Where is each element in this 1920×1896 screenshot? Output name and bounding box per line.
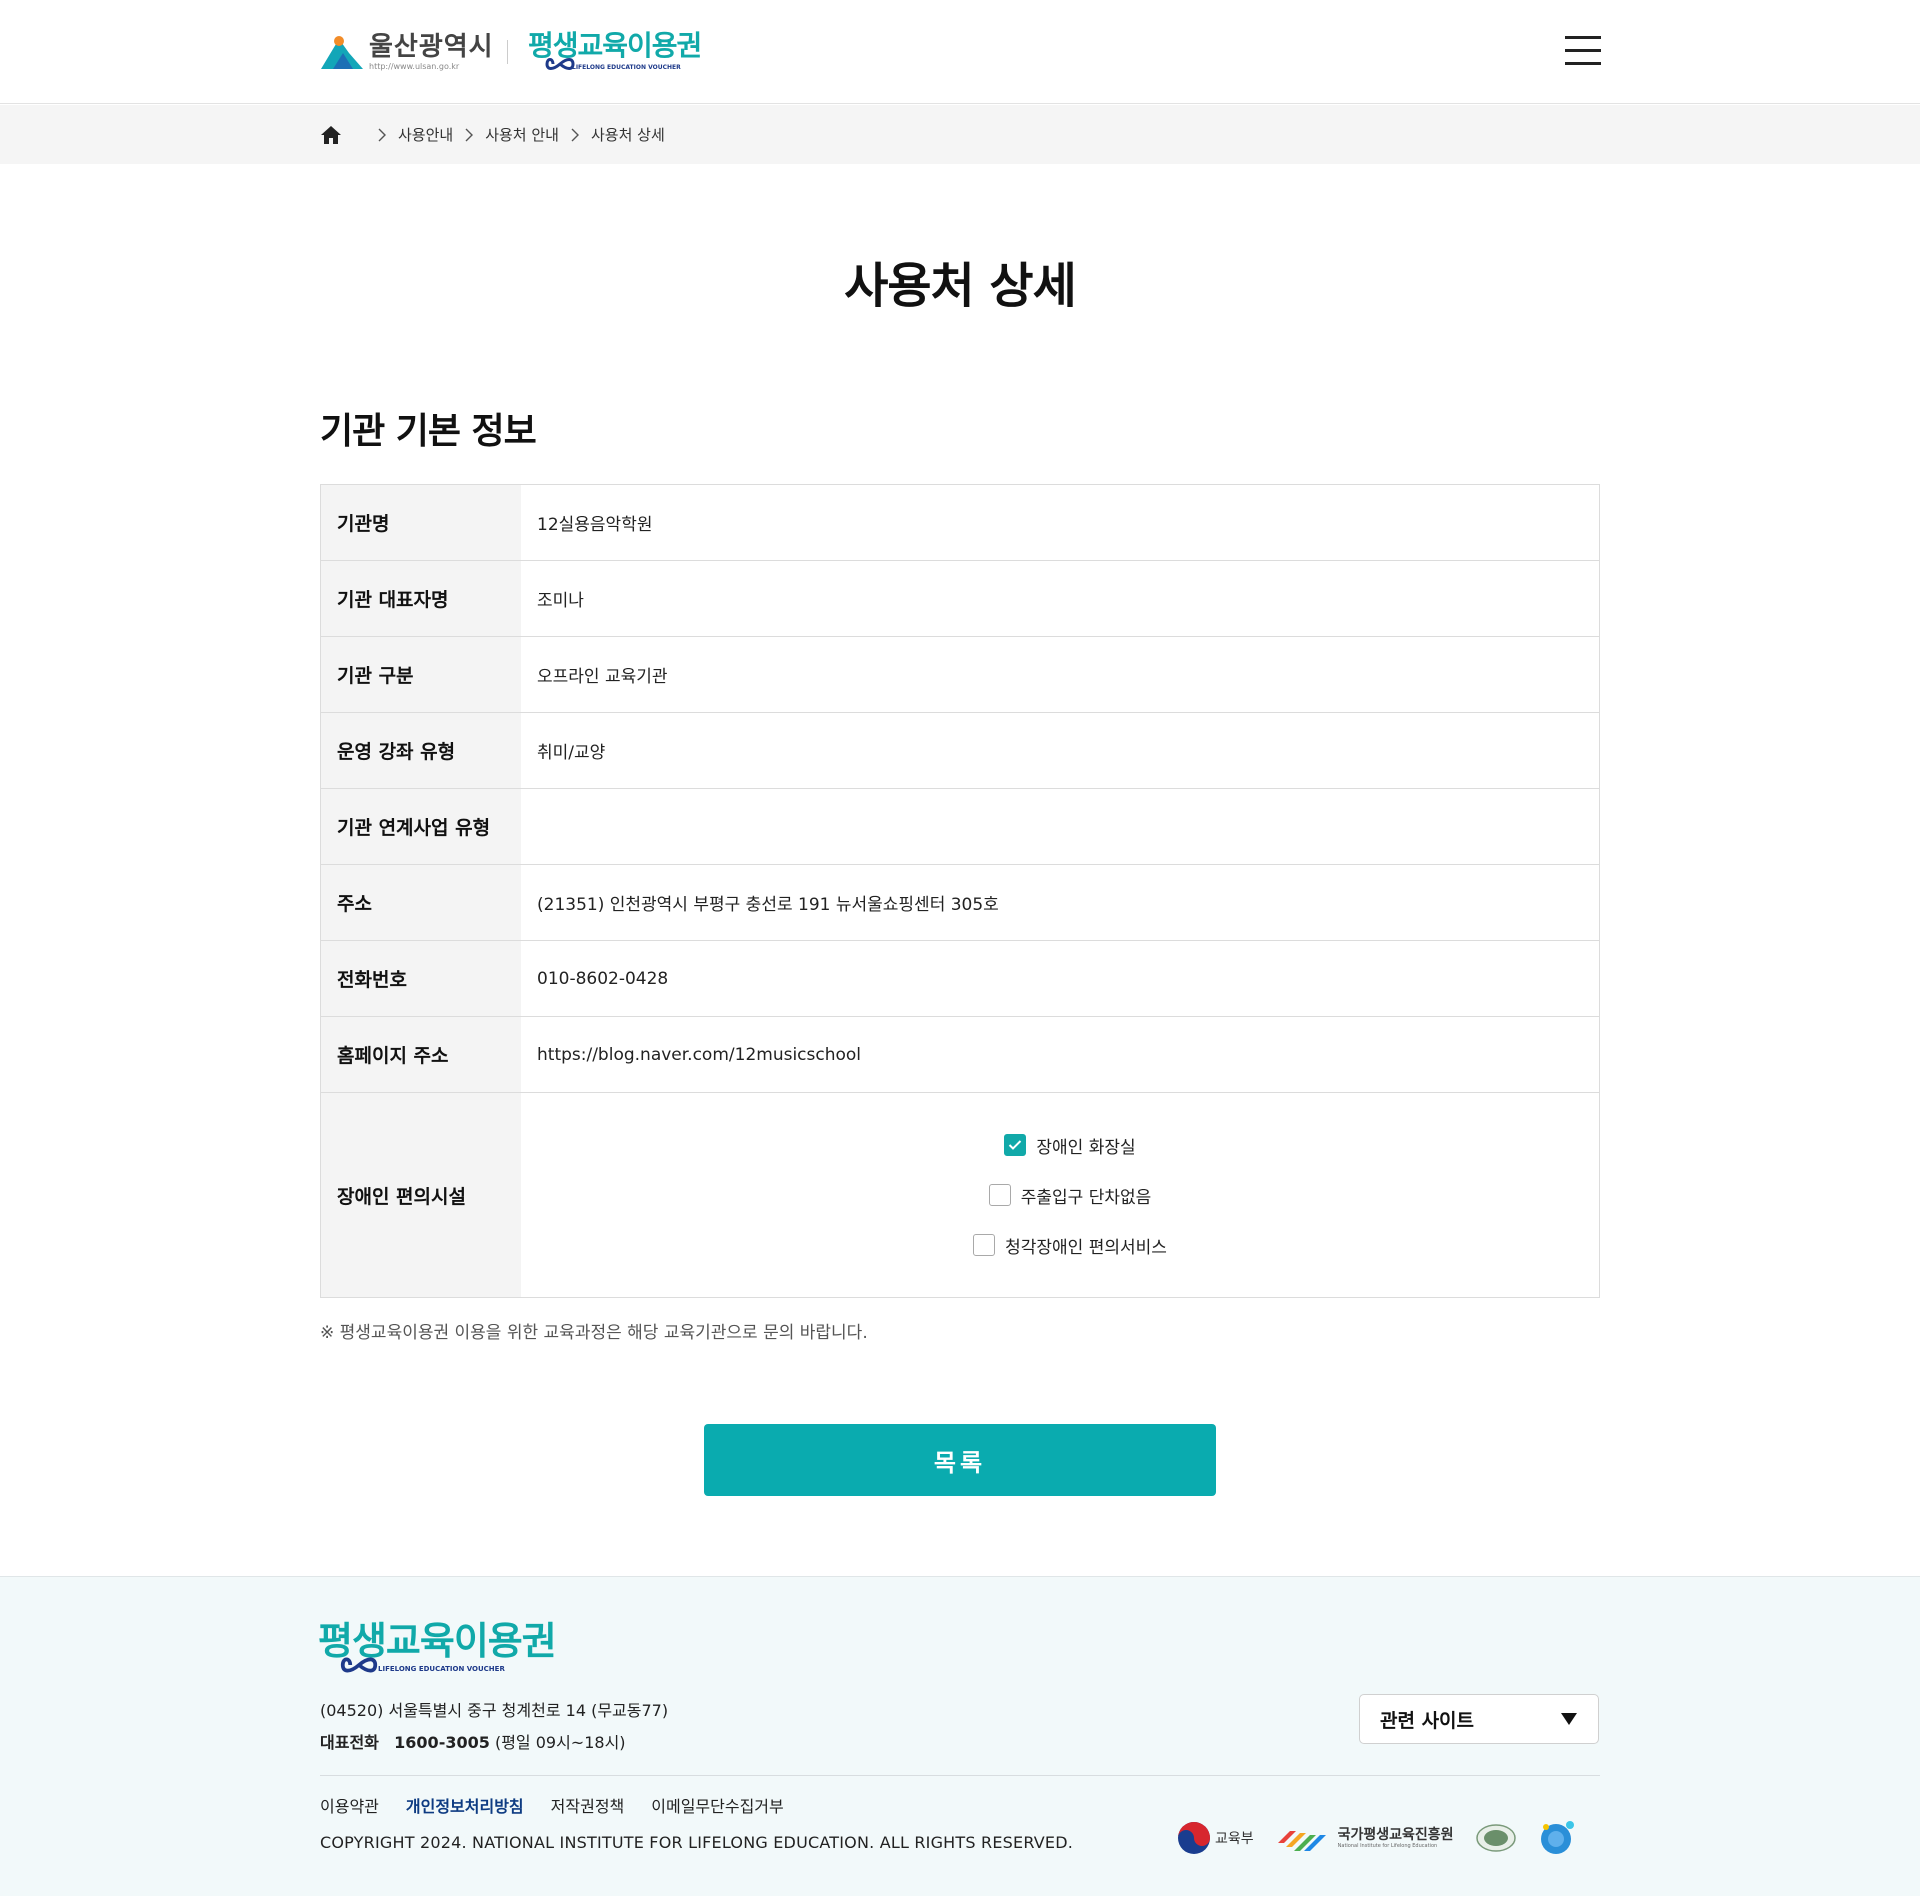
triangle-down-icon xyxy=(1561,1713,1577,1725)
checkbox-label: 장애인 화장실 xyxy=(1036,1137,1136,1158)
row-value: 조미나 xyxy=(537,591,584,611)
moe-label: 교육부 xyxy=(1215,1831,1254,1847)
row-label: 홈페이지 주소 xyxy=(321,1017,521,1092)
ulsan-logo[interactable]: 울산광역시 http://www.ulsan.go.kr xyxy=(319,28,494,76)
hamburger-line xyxy=(1565,49,1601,52)
campaign-logo[interactable] xyxy=(1538,1819,1576,1857)
accessibility-badge-icon xyxy=(1475,1824,1516,1852)
nile-label: 국가평생교육진흥원 xyxy=(1337,1826,1454,1843)
nile-label-en: National Institute for Lifelong Educatio… xyxy=(1337,1842,1438,1849)
breadcrumb-item-usage-guide[interactable]: 사용안내 xyxy=(398,124,453,145)
related-sites-select[interactable]: 관련 사이트 xyxy=(1359,1694,1599,1744)
table-row: 홈페이지 주소 https://blog.naver.com/12musicsc… xyxy=(321,1017,1599,1093)
row-value: 취미/교양 xyxy=(537,743,606,763)
list-button[interactable]: 목록 xyxy=(704,1424,1216,1496)
table-row: 기관 구분 오프라인 교육기관 xyxy=(321,637,1599,713)
check-icon xyxy=(1009,1140,1022,1150)
checkbox-label: 청각장애인 편의서비스 xyxy=(1005,1237,1167,1258)
footer-link-copyright-policy[interactable]: 저작권정책 xyxy=(551,1793,625,1817)
voucher-logo-subtitle: LIFELONG EDUCATION VOUCHER xyxy=(572,64,681,71)
nile-logo[interactable]: 국가평생교육진흥원 National Institute for Lifelon… xyxy=(1276,1823,1454,1853)
page: 울산광역시 http://www.ulsan.go.kr 평생교육이용권 LIF… xyxy=(0,0,1920,1896)
row-label: 전화번호 xyxy=(321,941,521,1016)
footer-address: (04520) 서울특별시 중구 청계천로 14 (무교동77) xyxy=(320,1701,669,1720)
ulsan-mark-icon xyxy=(321,36,363,69)
voucher-logo[interactable]: 평생교육이용권 LIFELONG EDUCATION VOUCHER xyxy=(528,30,702,72)
table-row: 운영 강좌 유형 취미/교양 xyxy=(321,713,1599,789)
hamburger-line xyxy=(1565,36,1601,39)
related-sites-label: 관련 사이트 xyxy=(1380,1709,1475,1732)
table-row: 기관 연계사업 유형 xyxy=(321,789,1599,865)
site-header: 울산광역시 http://www.ulsan.go.kr 평생교육이용권 LIF… xyxy=(0,0,1920,104)
footer-link-terms[interactable]: 이용약관 xyxy=(320,1793,379,1817)
hamburger-line xyxy=(1565,62,1601,65)
campaign-badge-icon xyxy=(1540,1821,1574,1854)
row-value: 오프라인 교육기관 xyxy=(537,667,668,687)
web-accessibility-mark[interactable] xyxy=(1475,1823,1516,1853)
footer-logo[interactable]: 평생교육이용권 LIFELONG EDUCATION VOUCHER xyxy=(318,1619,557,1673)
infinity-mark-icon xyxy=(545,58,575,70)
section-title: 기관 기본 정보 xyxy=(320,411,537,452)
table-row: 기관명 12실용음악학원 xyxy=(321,485,1599,561)
row-label: 기관 대표자명 xyxy=(321,561,521,636)
footer-link-privacy[interactable]: 개인정보처리방침 xyxy=(406,1793,524,1817)
row-value xyxy=(521,789,1599,864)
row-label: 기관 구분 xyxy=(321,637,521,712)
facility-checkbox-entrance[interactable]: 주출입구 단차없음 xyxy=(988,1170,1152,1220)
row-label: 운영 강좌 유형 xyxy=(321,713,521,788)
footer-phone-line: 대표전화 1600-3005 (평일 09시~18시) xyxy=(320,1727,668,1759)
checkbox-unchecked[interactable] xyxy=(973,1234,996,1256)
copyright: COPYRIGHT 2024. NATIONAL INSTITUTE FOR L… xyxy=(320,1833,1074,1852)
checkbox-checked[interactable] xyxy=(1004,1134,1027,1156)
breadcrumb: 사용안내 사용처 안내 사용처 상세 xyxy=(320,105,665,164)
facility-checkbox-hearing[interactable]: 청각장애인 편의서비스 xyxy=(973,1220,1167,1270)
row-label: 장애인 편의시설 xyxy=(321,1093,521,1297)
phone-hours: (평일 09시~18시) xyxy=(494,1733,626,1752)
facilities-checklist: 장애인 화장실 주출입구 단차없음 청각장애인 편의서비스 xyxy=(521,1093,1599,1297)
nile-stripes-icon xyxy=(1277,1831,1326,1851)
home-icon[interactable] xyxy=(320,125,342,145)
table-row: 주소 (21351) 인천광역시 부평구 충선로 191 뉴서울쇼핑센터 305… xyxy=(321,865,1599,941)
institution-info-table: 기관명 12실용음악학원 기관 대표자명 조미나 기관 구분 오프라인 교육기관… xyxy=(320,484,1600,1298)
footer-links: 이용약관 개인정보처리방침 저작권정책 이메일무단수집거부 xyxy=(320,1793,811,1817)
table-row-facilities: 장애인 편의시설 장애인 화장실 주출입구 단차없음 청각장애인 편의서비스 xyxy=(321,1093,1599,1297)
phone-label: 대표전화 xyxy=(320,1733,379,1752)
breadcrumb-item-current: 사용처 상세 xyxy=(590,126,665,144)
inquiry-note: ※ 평생교육이용권 이용을 위한 교육과정은 해당 교육기관으로 문의 바랍니다… xyxy=(320,1323,868,1343)
moe-logo[interactable]: 교육부 xyxy=(1177,1821,1254,1855)
facility-checkbox-toilet[interactable]: 장애인 화장실 xyxy=(1004,1120,1136,1170)
site-footer: 평생교육이용권 LIFELONG EDUCATION VOUCHER (0452… xyxy=(0,1576,1920,1896)
breadcrumb-bar: 사용안내 사용처 안내 사용처 상세 xyxy=(0,105,1920,164)
table-row: 기관 대표자명 조미나 xyxy=(321,561,1599,637)
ulsan-logo-url: http://www.ulsan.go.kr xyxy=(369,62,460,71)
phone-number: 1600-3005 xyxy=(394,1733,490,1752)
row-label: 기관 연계사업 유형 xyxy=(321,789,521,864)
homepage-link[interactable]: https://blog.naver.com/12musicschool xyxy=(521,1017,1599,1092)
partner-logos: 교육부 국가평생교육진흥원 National Institute for Lif… xyxy=(1177,1819,1576,1857)
chevron-right-icon xyxy=(571,128,579,141)
breadcrumb-item-place-guide[interactable]: 사용처 안내 xyxy=(485,124,559,145)
footer-link-email-refusal[interactable]: 이메일무단수집거부 xyxy=(651,1793,783,1817)
checkbox-unchecked[interactable] xyxy=(988,1184,1011,1206)
hamburger-menu-icon[interactable] xyxy=(1565,36,1601,66)
logo-divider xyxy=(507,40,508,64)
footer-divider xyxy=(320,1775,1600,1776)
row-value: (21351) 인천광역시 부평구 충선로 191 뉴서울쇼핑센터 305호 xyxy=(537,895,999,915)
row-label: 주소 xyxy=(321,865,521,940)
table-row: 전화번호 010-8602-0428 xyxy=(321,941,1599,1017)
footer-contact: (04520) 서울특별시 중구 청계천로 14 (무교동77) 대표전화 16… xyxy=(320,1695,668,1759)
chevron-right-icon xyxy=(378,128,386,141)
checkbox-label: 주출입구 단차없음 xyxy=(1020,1187,1152,1208)
page-title: 사용처 상세 xyxy=(844,258,1077,314)
taegeuk-icon xyxy=(1178,1822,1210,1854)
ulsan-logo-text: 울산광역시 xyxy=(369,32,494,62)
row-label: 기관명 xyxy=(321,485,521,560)
row-value: 010-8602-0428 xyxy=(537,968,669,989)
footer-logo-subtitle: LIFELONG EDUCATION VOUCHER xyxy=(378,1665,505,1673)
infinity-mark-icon xyxy=(340,1657,378,1673)
chevron-right-icon xyxy=(465,128,474,141)
row-value: 12실용음악학원 xyxy=(537,515,653,535)
